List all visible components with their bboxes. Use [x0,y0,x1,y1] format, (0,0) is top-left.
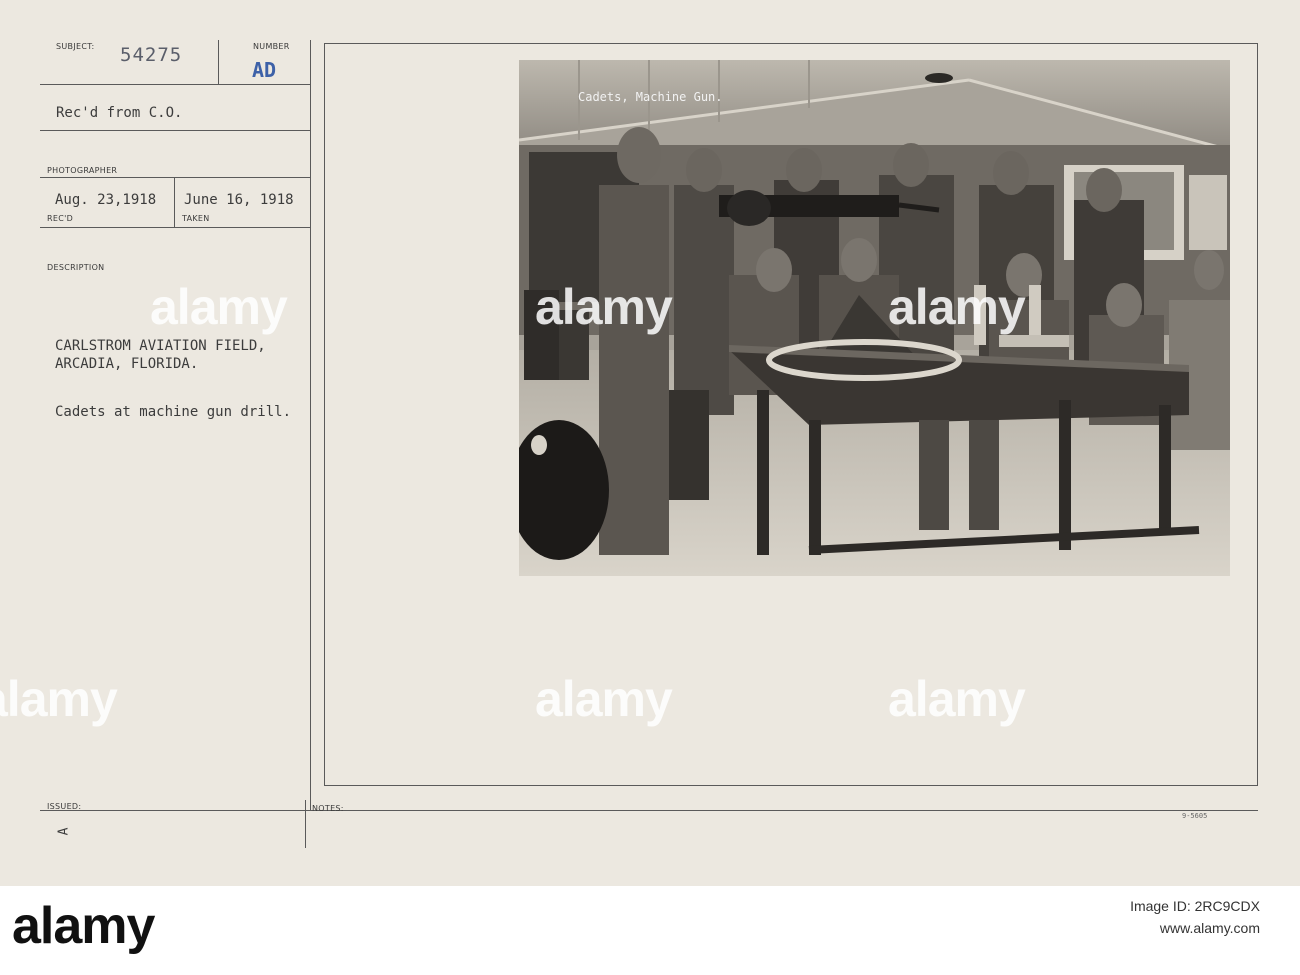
watermark-text: alamy [888,279,1026,335]
watermark-text: alamy [150,279,288,335]
site-url: www.alamy.com [1159,920,1260,936]
frame-line [324,785,1258,786]
frame-line [324,43,325,785]
number-label: NUMBER [253,42,290,51]
frame-line [1257,43,1258,785]
issued-label: ISSUED: [47,802,82,811]
issued-mark: A [56,827,72,836]
date-taken: June 16, 1918 [184,192,294,208]
description-note: Cadets at machine gun drill. [55,404,292,420]
subject-label: SUBJECT: [56,42,95,51]
description-label: DESCRIPTION [47,263,105,272]
description-line-1: CARLSTROM AVIATION FIELD, [55,338,266,354]
date-received: Aug. 23,1918 [55,192,157,208]
photographer-label: PHOTOGRAPHER [47,166,118,175]
divider [218,40,219,84]
alamy-logo: alamy [12,897,155,955]
divider [40,810,1258,811]
archive-index-card: SUBJECT: NUMBER PHOTOGRAPHER REC'D TAKEN… [0,0,1300,886]
description-line-2: ARCADIA, FLORIDA. [55,356,199,372]
photo-caption: Cadets, Machine Gun. [578,90,723,104]
divider [40,130,310,131]
divider [310,40,311,810]
divider [40,227,310,228]
frame-line [324,43,1258,44]
recd-label: REC'D [47,214,74,223]
divider [40,84,310,85]
watermark-text: alamy [0,671,118,727]
form-code: 9-5605 [1182,812,1208,820]
divider [40,177,310,178]
notes-label: NOTES: [312,804,344,813]
watermark-text: alamy [535,279,673,335]
watermark-text: alamy [535,671,673,727]
number-code: AD [252,58,277,82]
subject-number: 54275 [120,44,183,66]
watermark-text: alamy [888,671,1026,727]
taken-label: TAKEN [182,214,210,223]
divider [305,800,306,848]
image-id: Image ID: 2RC9CDX [1130,898,1260,914]
received-from: Rec'd from C.O. [56,105,183,121]
stock-footer [0,886,1300,975]
divider [174,177,175,227]
